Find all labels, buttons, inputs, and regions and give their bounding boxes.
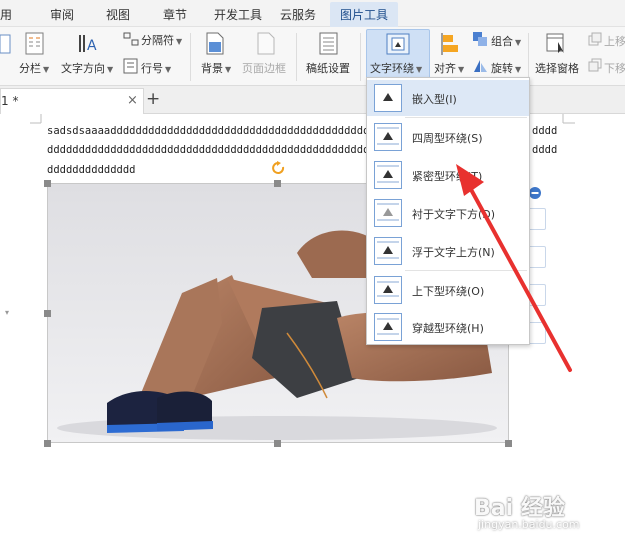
chevron-down-icon: ▼	[515, 38, 522, 47]
rotate-label: 旋转	[491, 62, 513, 75]
ribbon-divider	[190, 33, 191, 81]
menu-tab-review[interactable]: 审阅	[50, 6, 74, 23]
separator-icon	[123, 32, 139, 46]
columns-label: 分栏	[19, 62, 41, 75]
resize-handle[interactable]	[44, 440, 51, 447]
line-number-button[interactable]: 行号 ▼	[141, 60, 171, 76]
watermark-url: jingyan.baidu.com	[478, 518, 580, 531]
wrap-option-label: 嵌入型(I)	[412, 93, 457, 106]
document-text-line: sadsdsaaaadddddddddddddddddddddddddddddd…	[47, 125, 367, 137]
align-label: 对齐	[434, 62, 456, 75]
separator-button[interactable]: 分隔符 ▼	[141, 32, 182, 48]
menu-tab-developer[interactable]: 开发工具	[214, 6, 262, 23]
ruler-marker-icon: ▾	[5, 308, 10, 317]
bring-forward-button[interactable]: 上移	[604, 33, 625, 49]
line-number-icon	[123, 58, 138, 74]
text-wrap-label: 文字环绕	[370, 62, 414, 75]
text-direction-icon: A	[79, 35, 97, 54]
resize-handle[interactable]	[274, 440, 281, 447]
resize-handle[interactable]	[44, 310, 51, 317]
ribbon-divider	[528, 33, 529, 81]
chevron-down-icon: ▼	[165, 65, 172, 74]
manuscript-icon	[319, 32, 338, 55]
columns-button[interactable]: 分栏 ▼	[19, 60, 49, 76]
page-border-button[interactable]: 页面边框	[242, 60, 286, 76]
line-number-label: 行号	[141, 62, 163, 75]
text-direction-label: 文字方向	[61, 62, 105, 75]
background-icon	[206, 32, 224, 55]
ribbon-divider	[360, 33, 361, 81]
document-tab-strip: 1 * × +	[0, 86, 625, 114]
add-tab-icon[interactable]: +	[146, 89, 160, 109]
rotate-handle-icon[interactable]	[272, 161, 286, 177]
manuscript-button[interactable]: 稿纸设置	[306, 60, 350, 76]
chevron-down-icon: ▼	[176, 37, 183, 46]
text-direction-button[interactable]: 文字方向 ▼	[61, 60, 113, 76]
rotate-button[interactable]: 旋转 ▼	[491, 60, 521, 76]
resize-handle[interactable]	[44, 180, 51, 187]
chevron-down-icon: ▼	[458, 65, 465, 74]
page-corner-marker	[30, 114, 42, 124]
annotation-arrow	[456, 164, 572, 372]
wrap-option-label: 四周型环绕(S)	[412, 132, 483, 145]
group-label: 组合	[491, 35, 513, 48]
columns-icon	[25, 32, 44, 55]
dropdown-divider	[405, 117, 527, 118]
dropdown-icon-glyphs	[377, 93, 399, 335]
chevron-down-icon: ▼	[225, 65, 232, 74]
menu-tab-view[interactable]: 视图	[106, 6, 130, 23]
document-tab[interactable]: 1 * ×	[0, 88, 144, 114]
svg-text:A: A	[87, 38, 97, 54]
menu-tab-yong[interactable]: 用	[0, 6, 12, 23]
send-backward-button[interactable]: 下移	[604, 60, 625, 76]
bring-forward-icon	[588, 32, 602, 46]
resize-handle[interactable]	[505, 440, 512, 447]
selection-pane-icon	[546, 33, 564, 53]
send-backward-icon	[588, 58, 602, 72]
menu-tab-chapter[interactable]: 章节	[163, 6, 187, 23]
chevron-down-icon: ▼	[43, 65, 50, 74]
menu-tab-cloud[interactable]: 云服务	[280, 6, 316, 23]
resize-handle[interactable]	[274, 180, 281, 187]
ribbon: 分栏▼ A 文字方向▼ 分隔符▼ 行号▼ 背景▼ 页面边框 稿纸设置	[0, 27, 625, 86]
rotate-icon	[474, 60, 487, 72]
document-text-line-tail: dddd	[532, 144, 558, 156]
text-wrap-icon	[386, 33, 410, 55]
chevron-down-icon: ▼	[515, 65, 522, 74]
ribbon-divider	[296, 33, 297, 81]
text-wrap-label-wrap: 文字环绕 ▼	[370, 60, 422, 76]
partial-icon	[0, 34, 11, 54]
background-button[interactable]: 背景 ▼	[201, 60, 231, 76]
page-border-icon	[257, 32, 275, 55]
document-text-line: dddddddddddddd	[47, 164, 136, 176]
align-icon	[441, 33, 458, 55]
menu-bar: 用 审阅 视图 章节 开发工具 云服务 图片工具	[0, 0, 625, 27]
chevron-down-icon: ▼	[416, 65, 423, 74]
document-text-line-tail: dddd	[532, 125, 558, 137]
separator-label: 分隔符	[141, 34, 174, 47]
align-button[interactable]: 对齐 ▼	[434, 60, 464, 76]
background-label: 背景	[201, 62, 223, 75]
page-corner-marker	[562, 114, 575, 124]
group-icon	[473, 32, 487, 46]
close-icon[interactable]: ×	[127, 93, 138, 108]
selection-pane-button[interactable]: 选择窗格	[535, 60, 579, 76]
document-tab-label: 1 *	[1, 94, 19, 108]
menu-tab-picture-tools[interactable]: 图片工具	[330, 2, 399, 27]
group-button[interactable]: 组合 ▼	[491, 33, 521, 49]
document-text-line: dddddddddddddddddddddddddddddddddddddddd…	[47, 144, 367, 156]
chevron-down-icon: ▼	[107, 65, 114, 74]
